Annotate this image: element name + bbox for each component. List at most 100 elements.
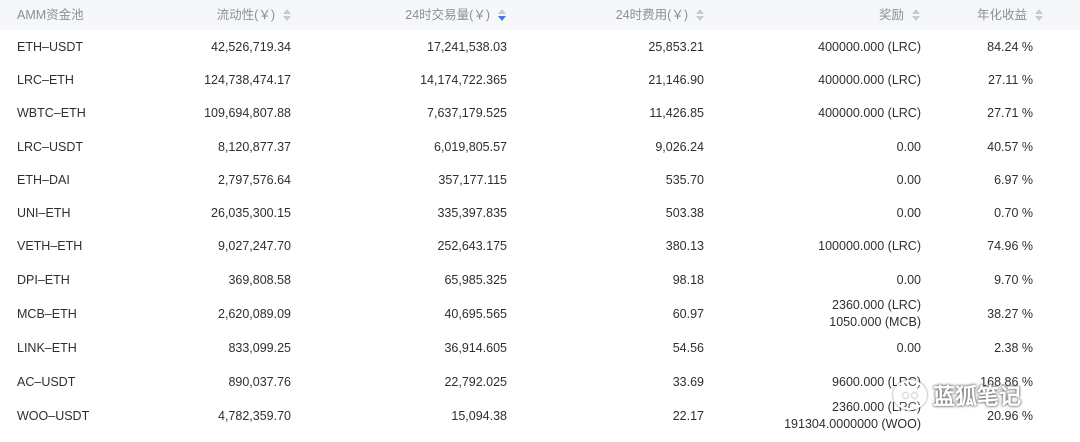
header-apy-label: 年化收益 [976, 8, 1027, 22]
cell-apy: 38.27 % [987, 306, 1033, 321]
cell-fees: 54.56 [672, 340, 704, 355]
cell-pool: WOO–USDT [17, 408, 90, 423]
cell-apy: 84.24 % [987, 39, 1033, 54]
cell-liquidity: 124,738,474.17 [204, 72, 291, 87]
cell-reward: 0.00 [897, 340, 921, 357]
cell-pool: WBTC–ETH [17, 105, 86, 120]
cell-apy: 27.11 % [988, 72, 1033, 87]
cell-fees: 380.13 [665, 238, 704, 253]
cell-fees: 535.70 [665, 172, 704, 187]
cell-apy: 9.70 % [994, 272, 1033, 287]
reward-line: 0.00 [896, 340, 921, 355]
cell-reward: 0.00 [897, 139, 921, 156]
reward-line: 0.00 [896, 139, 921, 154]
header-liquidity[interactable]: 流动性(￥) [217, 0, 292, 30]
reward-line: 400000.000 (LRC) [818, 72, 921, 87]
sort-desc-icon[interactable] [498, 8, 507, 21]
cell-fees: 11,426.85 [649, 105, 704, 120]
cell-volume: 7,637,179.525 [427, 105, 507, 120]
cell-volume: 6,019,805.57 [434, 139, 507, 154]
cell-pool: DPI–ETH [17, 272, 70, 287]
cell-volume: 40,695.565 [444, 306, 507, 321]
reward-line: 0.00 [896, 272, 921, 287]
header-fees[interactable]: 24时费用(￥) [616, 0, 705, 30]
cell-reward: 2360.000 (LRC) 191304.0000000 (WOO) [784, 399, 921, 433]
cell-fees: 60.97 [672, 306, 704, 321]
header-pool-label: AMM资金池 [17, 8, 84, 22]
cell-reward: 400000.000 (LRC) [818, 105, 921, 122]
header-reward-label: 奖励 [878, 8, 904, 22]
cell-liquidity: 26,035,300.15 [211, 205, 291, 220]
cell-liquidity: 4,782,359.70 [218, 408, 291, 423]
cell-liquidity: 833,099.25 [228, 340, 291, 355]
reward-line: 400000.000 (LRC) [818, 39, 921, 54]
reward-line: 0.00 [896, 205, 921, 220]
sort-icon[interactable] [1035, 8, 1044, 21]
cell-apy: 6.97 % [994, 172, 1033, 187]
cell-apy: 74.96 % [987, 238, 1033, 253]
cell-reward: 0.00 [897, 205, 921, 222]
sort-icon[interactable] [696, 8, 705, 21]
cell-liquidity: 369,808.58 [228, 272, 291, 287]
table-header: AMM资金池 流动性(￥) 24时交易量(￥) 24时费用(￥) 奖励 年化收益 [0, 0, 1080, 30]
header-liquidity-label: 流动性(￥) [216, 8, 275, 22]
cell-apy: 20.96 % [987, 408, 1033, 423]
cell-fees: 25,853.21 [648, 39, 704, 54]
cell-volume: 357,177.115 [438, 172, 507, 187]
cell-reward: 0.00 [897, 272, 921, 289]
cell-pool: LRC–ETH [17, 72, 74, 87]
cell-volume: 252,643.175 [437, 238, 507, 253]
cell-liquidity: 2,620,089.09 [218, 306, 291, 321]
reward-line: 1050.000 (MCB) [829, 315, 921, 329]
cell-fees: 33.69 [672, 374, 704, 389]
cell-apy: 168.86 % [980, 374, 1033, 389]
sort-icon[interactable] [912, 8, 921, 21]
reward-line: 191304.0000000 (WOO) [784, 417, 921, 431]
cell-pool: MCB–ETH [17, 306, 77, 321]
cell-pool: VETH–ETH [17, 238, 83, 253]
cell-volume: 15,094.38 [451, 408, 507, 423]
sort-icon[interactable] [283, 8, 292, 21]
cell-liquidity: 42,526,719.34 [211, 39, 291, 54]
header-volume[interactable]: 24时交易量(￥) [405, 0, 507, 30]
cell-fees: 503.38 [665, 205, 704, 220]
cell-volume: 14,174,722.365 [420, 72, 507, 87]
cell-fees: 22.17 [672, 408, 704, 423]
header-reward[interactable]: 奖励 [879, 0, 921, 30]
cell-liquidity: 2,797,576.64 [218, 172, 291, 187]
cell-liquidity: 8,120,877.37 [218, 139, 291, 154]
cell-reward: 9600.000 (LRC) [832, 374, 921, 391]
cell-volume: 17,241,538.03 [427, 39, 507, 54]
header-apy[interactable]: 年化收益 [977, 0, 1044, 30]
header-fees-label: 24时费用(￥) [615, 8, 688, 22]
cell-pool: ETH–DAI [17, 172, 70, 187]
cell-volume: 65,985.325 [444, 272, 507, 287]
cell-liquidity: 890,037.76 [228, 374, 291, 389]
cell-reward: 100000.000 (LRC) [818, 238, 921, 255]
cell-fees: 21,146.90 [648, 72, 704, 87]
cell-reward: 0.00 [897, 172, 921, 189]
cell-pool: AC–USDT [17, 374, 76, 389]
reward-line: 9600.000 (LRC) [832, 374, 921, 389]
header-volume-label: 24时交易量(￥) [405, 8, 490, 22]
reward-line: 2360.000 (LRC) [832, 298, 921, 312]
reward-line: 400000.000 (LRC) [818, 105, 921, 120]
cell-pool: LINK–ETH [17, 340, 77, 355]
cell-liquidity: 109,694,807.88 [204, 105, 291, 120]
cell-volume: 335,397.835 [437, 205, 507, 220]
cell-volume: 36,914.605 [444, 340, 507, 355]
cell-pool: LRC–USDT [17, 139, 83, 154]
cell-fees: 9,026.24 [655, 139, 704, 154]
cell-apy: 40.57 % [987, 139, 1033, 154]
cell-apy: 27.71 % [987, 105, 1033, 120]
cell-apy: 0.70 % [994, 205, 1033, 220]
reward-line: 2360.000 (LRC) [832, 400, 921, 414]
reward-line: 0.00 [896, 172, 921, 187]
cell-liquidity: 9,027,247.70 [218, 238, 291, 253]
cell-apy: 2.38 % [994, 340, 1033, 355]
cell-pool: ETH–USDT [17, 39, 83, 54]
cell-reward: 2360.000 (LRC) 1050.000 (MCB) [829, 297, 921, 331]
cell-pool: UNI–ETH [17, 205, 71, 220]
cell-volume: 22,792.025 [444, 374, 507, 389]
reward-line: 100000.000 (LRC) [818, 238, 921, 253]
